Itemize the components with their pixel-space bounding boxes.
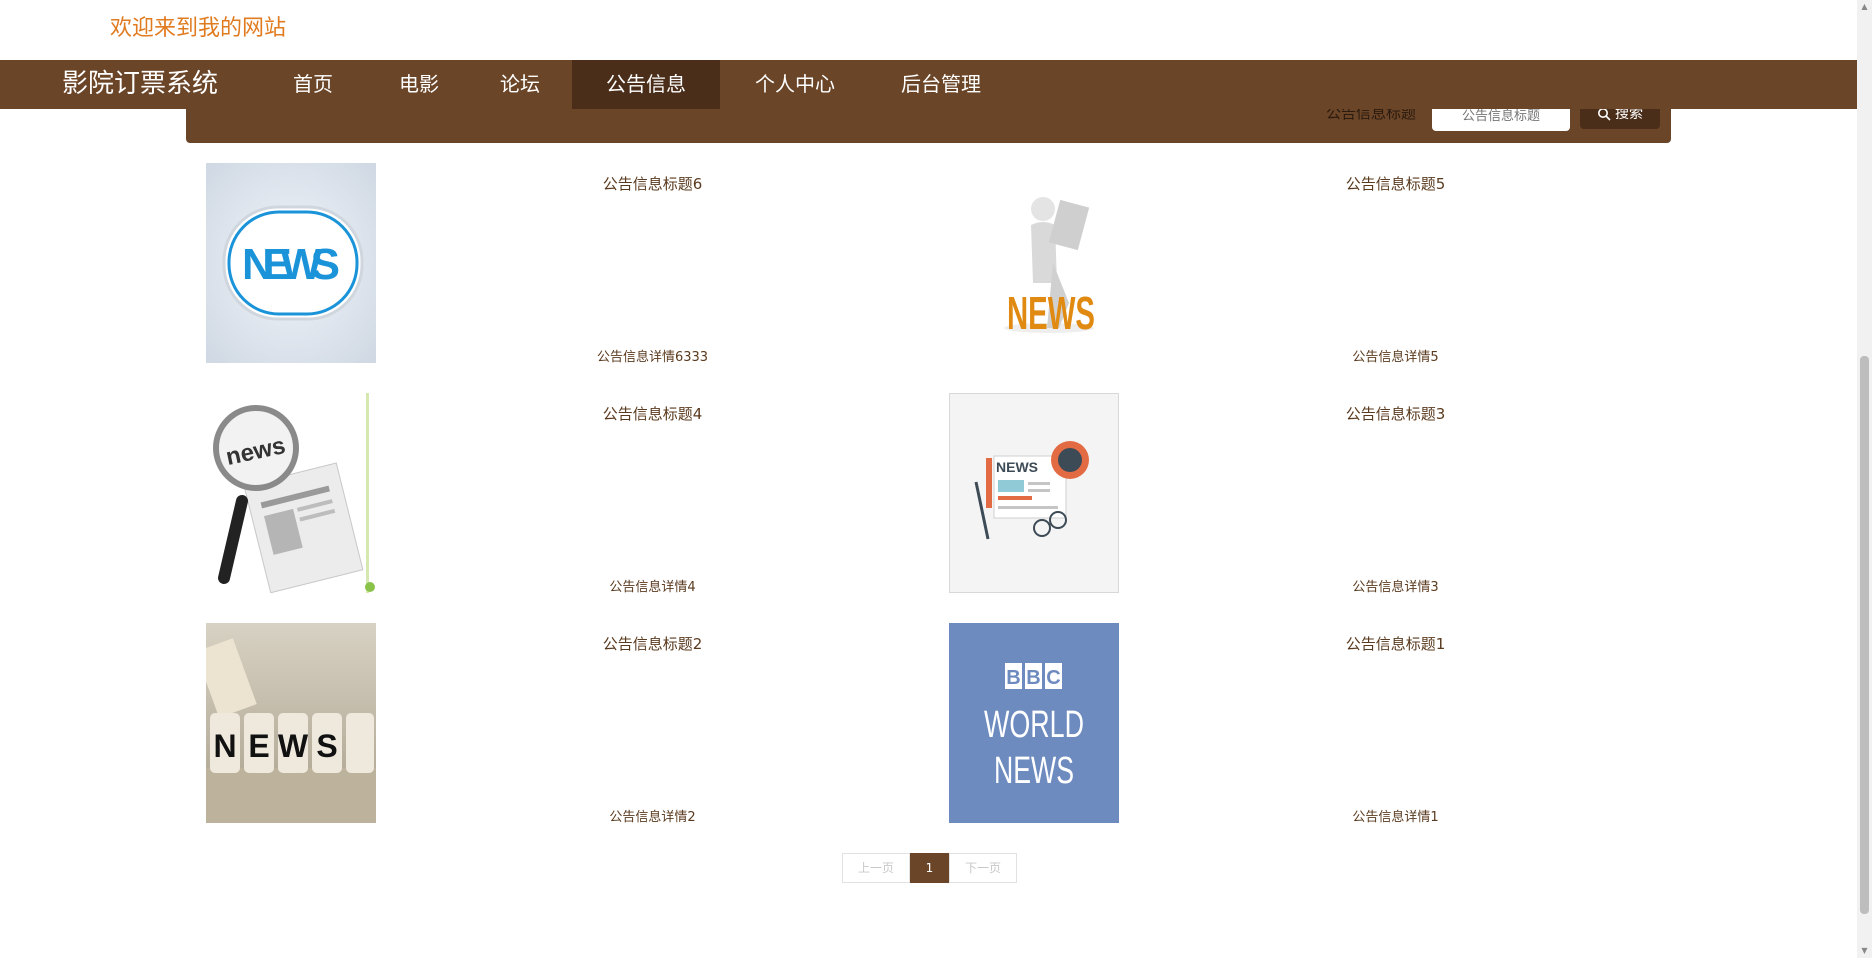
- news-magnifier-thumbnail[interactable]: news: [206, 393, 376, 594]
- svg-text:NEWS: NEWS: [996, 459, 1038, 475]
- nav-item-announcements[interactable]: 公告信息: [572, 60, 720, 109]
- search-button[interactable]: 搜索: [1580, 109, 1660, 129]
- card-detail: 公告信息详情6333: [596, 350, 709, 365]
- scroll-down-arrow-icon[interactable]: ▼: [1857, 944, 1872, 958]
- svg-text:B: B: [1026, 667, 1040, 689]
- announcement-card[interactable]: NEWS 公告信息标题5 公告信息详情5: [929, 163, 1672, 365]
- svg-text:E: E: [248, 728, 269, 764]
- page-1-button[interactable]: 1: [910, 853, 949, 883]
- card-title[interactable]: 公告信息标题4: [376, 403, 929, 424]
- nav-item-personal-center[interactable]: 个人中心: [745, 60, 845, 109]
- svg-text:N: N: [213, 728, 236, 764]
- search-icon: [1598, 109, 1611, 121]
- card-detail: 公告信息详情2: [609, 810, 696, 825]
- page-scrollbar[interactable]: ▲ ▼: [1857, 0, 1872, 958]
- search-button-label: 搜索: [1615, 109, 1643, 122]
- announcement-card[interactable]: NEWS 公告信息标题3 公告信息详情3: [929, 393, 1672, 595]
- svg-text:NEWS: NEWS: [994, 750, 1074, 792]
- svg-text:C: C: [1046, 667, 1060, 689]
- search-bar: 公告信息标题 搜索: [186, 109, 1671, 143]
- news-cubes-thumbnail[interactable]: N E W S: [195, 623, 376, 823]
- site-brand[interactable]: 影院订票系统: [62, 60, 218, 109]
- news-illustration-thumbnail[interactable]: NEWS: [949, 393, 1119, 593]
- card-title[interactable]: 公告信息标题3: [1119, 403, 1672, 424]
- announcement-card[interactable]: NEWS 公告信息标题6 公告信息详情6333: [186, 163, 929, 365]
- announcement-card[interactable]: N E W S 公告信息标题2 公告信息详情2: [186, 623, 929, 825]
- card-detail: 公告信息详情5: [1352, 350, 1439, 365]
- card-detail: 公告信息详情3: [1352, 580, 1439, 595]
- top-navbar: 影院订票系统 首页 电影 论坛 公告信息 个人中心 后台管理: [0, 60, 1857, 109]
- nav-item-admin[interactable]: 后台管理: [891, 60, 991, 109]
- nav-item-movies[interactable]: 电影: [382, 60, 456, 109]
- card-title[interactable]: 公告信息标题5: [1119, 173, 1672, 194]
- svg-text:W: W: [278, 728, 309, 764]
- card-title[interactable]: 公告信息标题6: [376, 173, 929, 194]
- announcement-card[interactable]: news 公告信息标题4 公告信息详情4: [186, 393, 929, 595]
- svg-text:NEWS: NEWS: [1007, 287, 1095, 339]
- svg-text:WORLD: WORLD: [984, 704, 1084, 746]
- next-page-button[interactable]: 下一页: [949, 853, 1017, 883]
- nav-item-forum[interactable]: 论坛: [483, 60, 557, 109]
- svg-text:S: S: [316, 728, 337, 764]
- news-reader-thumbnail[interactable]: NEWS: [949, 163, 1119, 363]
- nav-item-home[interactable]: 首页: [276, 60, 350, 109]
- prev-page-button[interactable]: 上一页: [842, 853, 910, 883]
- card-detail: 公告信息详情1: [1352, 810, 1439, 825]
- card-title[interactable]: 公告信息标题2: [376, 633, 929, 654]
- svg-text:B: B: [1006, 667, 1020, 689]
- bbc-world-news-thumbnail[interactable]: B B C WORLD NEWS: [949, 623, 1119, 823]
- search-label: 公告信息标题: [1326, 109, 1417, 122]
- scrollbar-thumb[interactable]: [1860, 356, 1869, 914]
- pagination: 上一页 1 下一页: [842, 853, 1017, 883]
- news-badge-thumbnail[interactable]: NEWS: [206, 163, 376, 363]
- svg-text:NEWS: NEWS: [242, 240, 340, 289]
- announcement-card[interactable]: B B C WORLD NEWS 公告信息标题1 公告信息详情1: [929, 623, 1672, 825]
- welcome-text: 欢迎来到我的网站: [110, 16, 287, 41]
- scroll-up-arrow-icon[interactable]: ▲: [1857, 0, 1872, 14]
- search-input[interactable]: [1432, 109, 1570, 131]
- card-detail: 公告信息详情4: [609, 580, 696, 595]
- card-title[interactable]: 公告信息标题1: [1119, 633, 1672, 654]
